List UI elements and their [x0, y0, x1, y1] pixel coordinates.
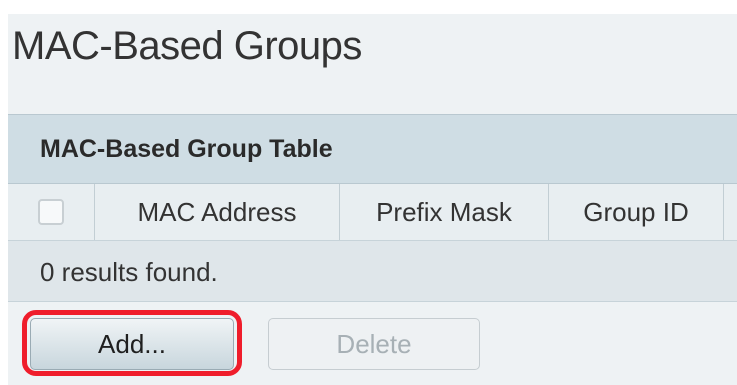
mac-based-group-table: MAC-Based Group Table MAC Address Prefix…: [8, 114, 737, 385]
page-root: MAC-Based Groups MAC-Based Group Table M…: [0, 0, 737, 385]
select-all-checkbox[interactable]: [38, 199, 64, 225]
results-text: 0 results found.: [40, 257, 218, 287]
table-actions: Add... Delete: [8, 302, 737, 385]
group-id-column-header: Group ID: [549, 184, 724, 240]
page-title: MAC-Based Groups: [12, 24, 362, 68]
select-all-column[interactable]: [8, 184, 95, 240]
table-header-row: MAC Address Prefix Mask Group ID: [8, 184, 737, 241]
results-row: 0 results found.: [8, 241, 737, 302]
prefix-mask-column-header: Prefix Mask: [340, 184, 549, 240]
add-button[interactable]: Add...: [30, 318, 234, 370]
delete-button[interactable]: Delete: [268, 318, 480, 370]
table-title-bar: MAC-Based Group Table: [8, 114, 737, 184]
table-title: MAC-Based Group Table: [40, 135, 333, 163]
mac-address-column-header: MAC Address: [95, 184, 340, 240]
